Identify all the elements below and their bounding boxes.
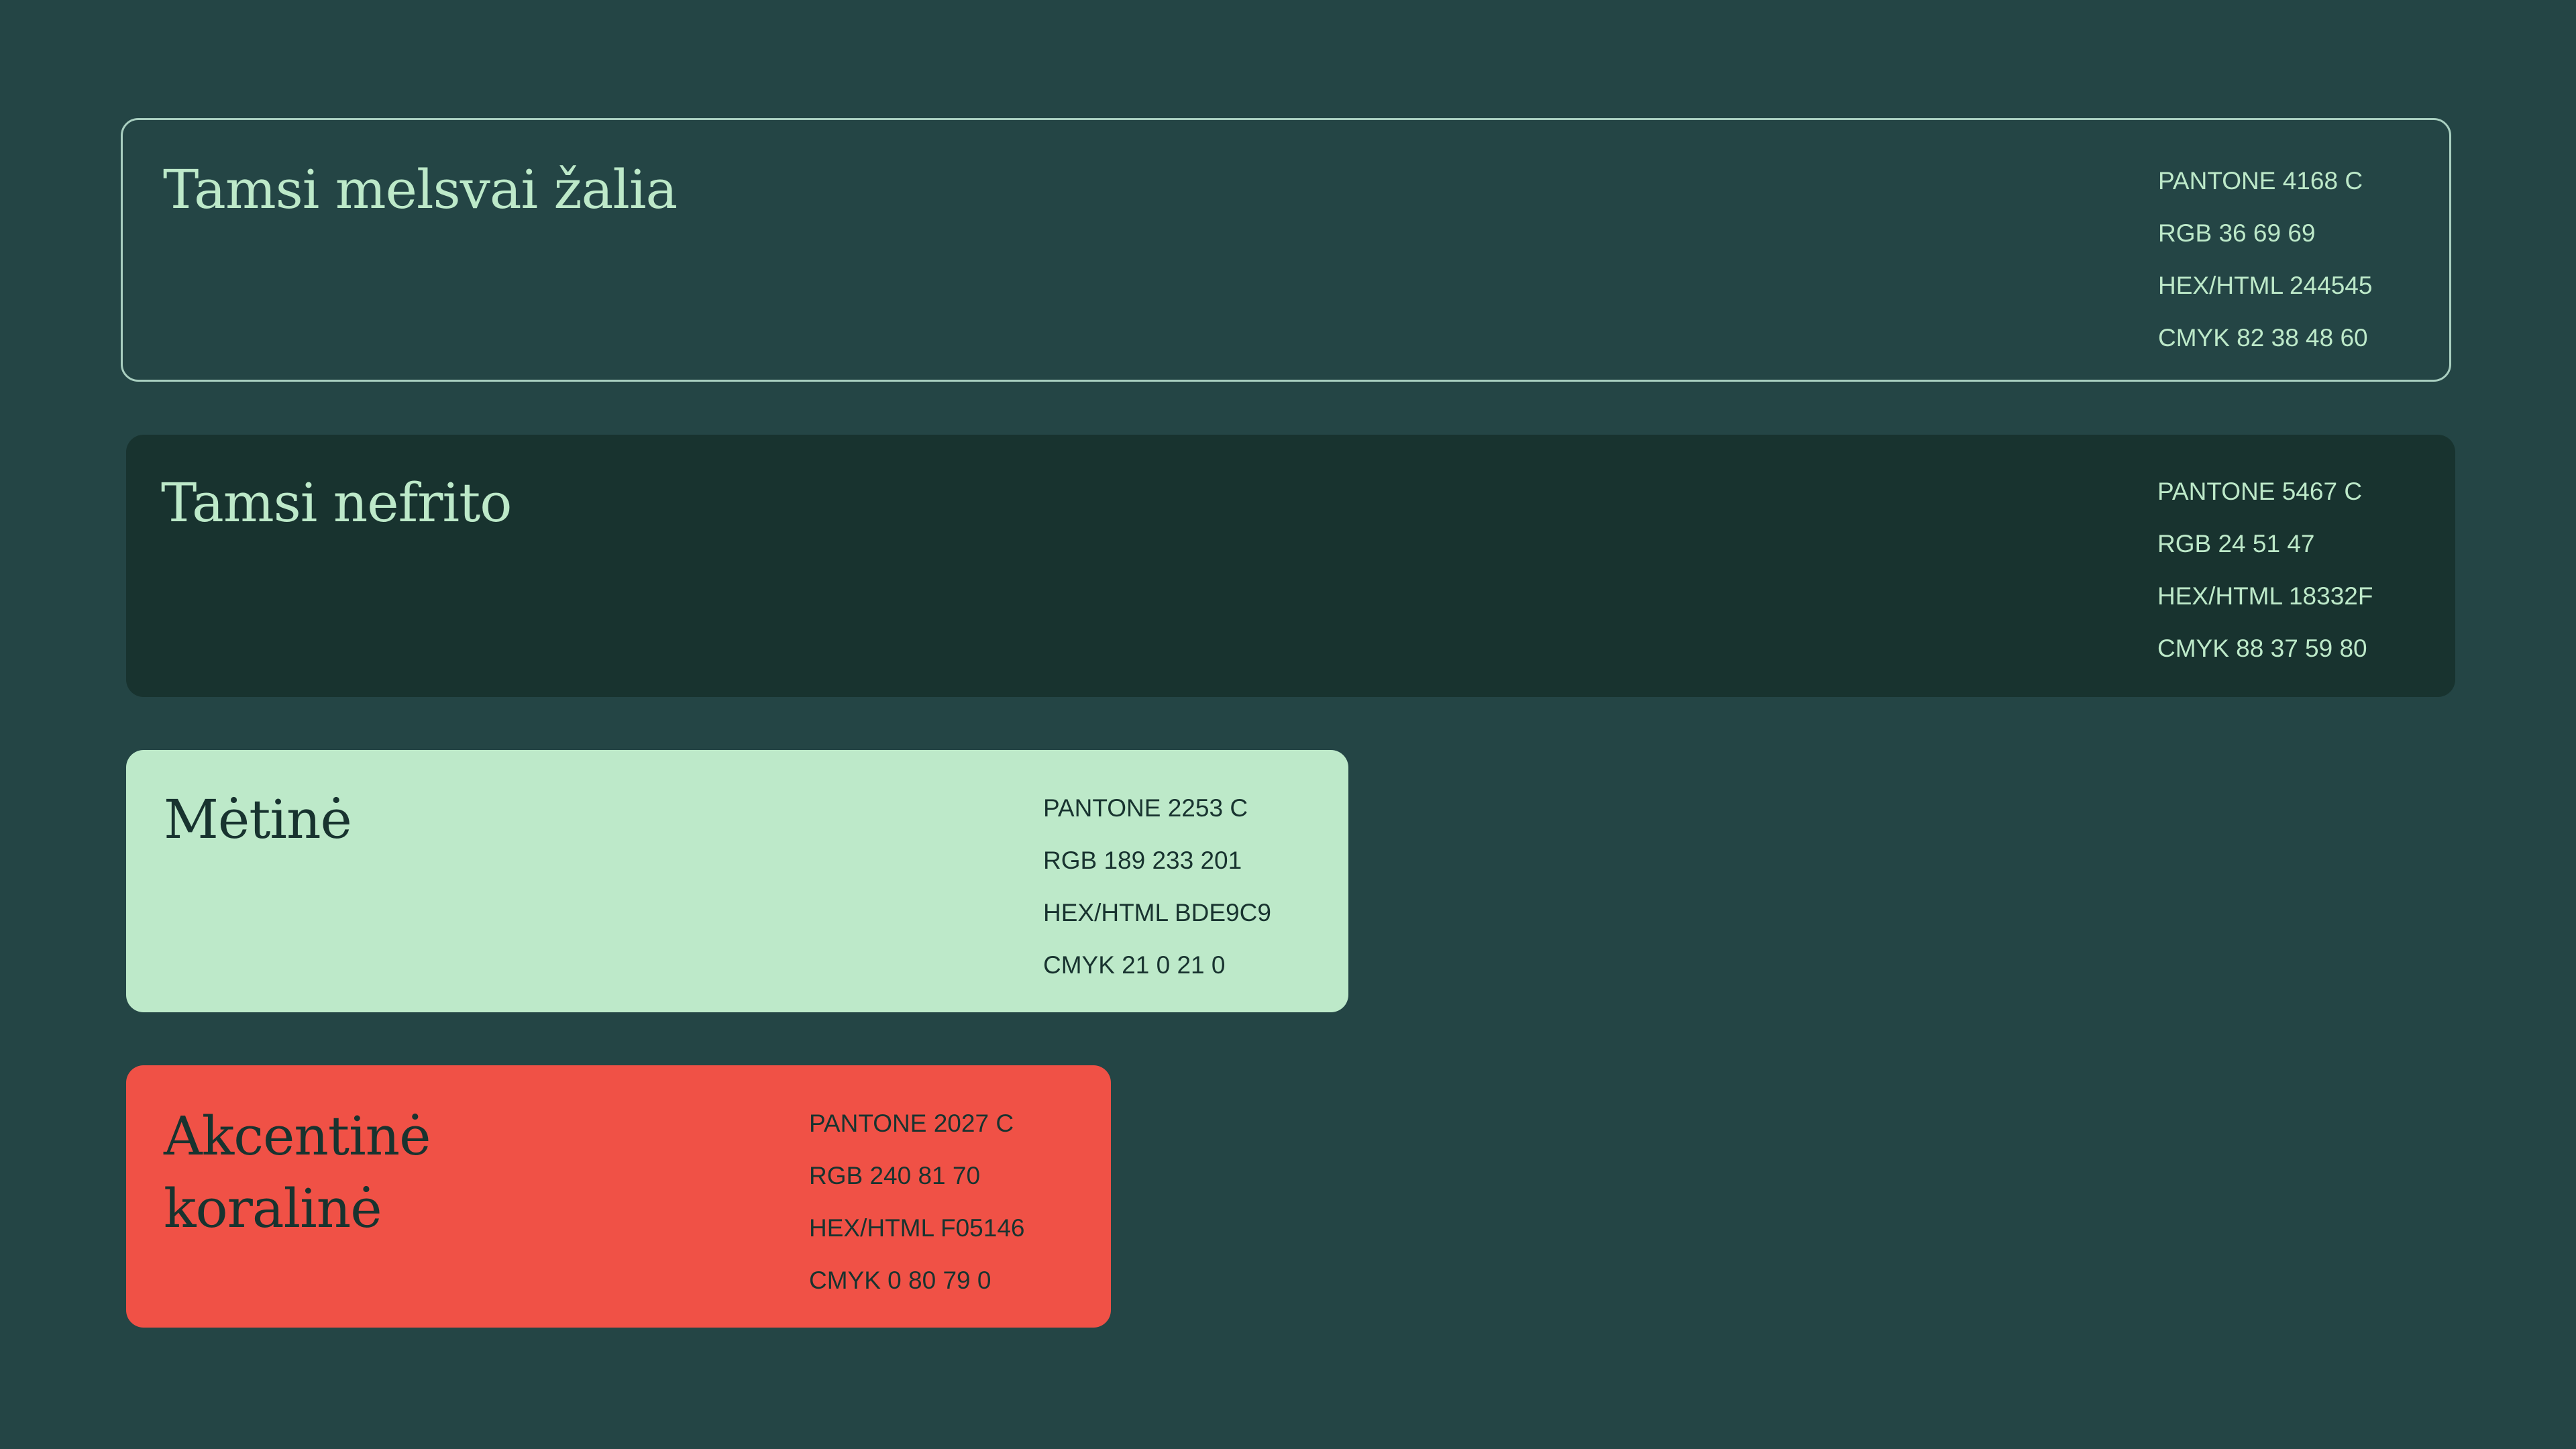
pantone-code: PANTONE 5467 C (2157, 478, 2363, 505)
swatch-title: Tamsi nefrito (161, 472, 512, 534)
cmyk-value: CMYK 0 80 79 0 (809, 1267, 991, 1294)
color-specs: PANTONE 2253 C RGB 189 233 201 HEX/HTML … (1043, 782, 1271, 991)
cmyk-value: CMYK 21 0 21 0 (1043, 951, 1226, 979)
hex-value: HEX/HTML BDE9C9 (1043, 899, 1271, 926)
swatch-title: Mėtinė (164, 788, 352, 851)
hex-value: HEX/HTML 18332F (2157, 582, 2373, 610)
pantone-code: PANTONE 2253 C (1043, 794, 1248, 822)
pantone-code: PANTONE 2027 C (809, 1110, 1014, 1137)
swatch-card-dark-jade: Tamsi nefrito PANTONE 5467 C RGB 24 51 4… (126, 435, 2455, 697)
swatch-title: Akcentinė koralinė (164, 1105, 431, 1240)
swatch-card-mint: Mėtinė PANTONE 2253 C RGB 189 233 201 HE… (126, 750, 1348, 1012)
hex-value: HEX/HTML F05146 (809, 1214, 1025, 1242)
rgb-value: RGB 240 81 70 (809, 1162, 981, 1189)
rgb-value: RGB 24 51 47 (2157, 530, 2315, 557)
rgb-value: RGB 189 233 201 (1043, 847, 1242, 874)
color-specs: PANTONE 4168 C RGB 36 69 69 HEX/HTML 244… (2158, 155, 2372, 364)
cmyk-value: CMYK 82 38 48 60 (2158, 324, 2368, 352)
color-specs: PANTONE 2027 C RGB 240 81 70 HEX/HTML F0… (809, 1097, 1024, 1307)
rgb-value: RGB 36 69 69 (2158, 219, 2316, 247)
swatch-card-dark-teal: Tamsi melsvai žalia PANTONE 4168 C RGB 3… (121, 118, 2451, 382)
hex-value: HEX/HTML 244545 (2158, 272, 2373, 299)
swatch-title: Tamsi melsvai žalia (163, 158, 678, 221)
pantone-code: PANTONE 4168 C (2158, 167, 2363, 195)
color-specs: PANTONE 5467 C RGB 24 51 47 HEX/HTML 183… (2157, 466, 2373, 675)
cmyk-value: CMYK 88 37 59 80 (2157, 635, 2367, 662)
swatch-card-accent-coral: Akcentinė koralinė PANTONE 2027 C RGB 24… (126, 1065, 1111, 1328)
